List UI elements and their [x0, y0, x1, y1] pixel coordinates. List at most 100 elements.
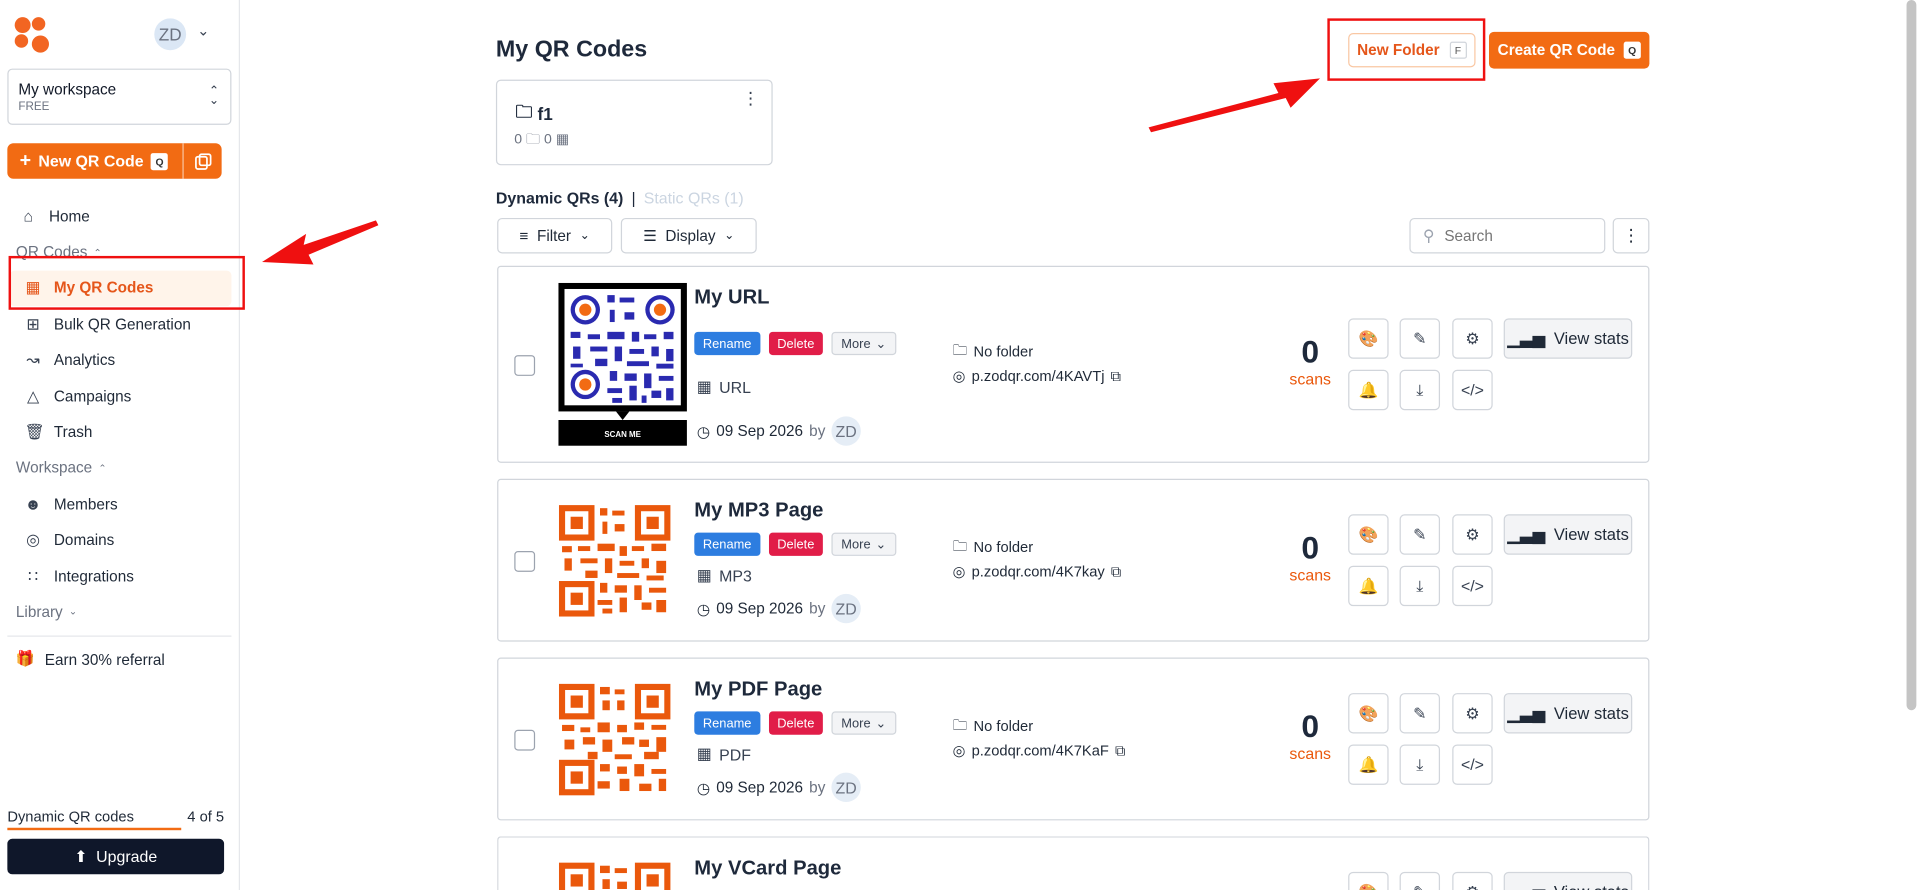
section-workspace[interactable]: Workspace ⌃ [0, 450, 240, 486]
view-stats-button[interactable]: ▁▃▅ View stats [1503, 693, 1633, 734]
bell-icon[interactable]: 🔔 [1348, 369, 1389, 411]
filter-button[interactable]: ≡ Filter ⌄ [497, 217, 613, 254]
brand-logo[interactable] [14, 17, 52, 54]
settings-icon[interactable]: ⚙ [1452, 871, 1493, 890]
qr-code-image[interactable]: SCAN ME [558, 282, 687, 453]
short-link-row[interactable]: ◎ p.zodqr.com/4K7kay ⧉ [953, 560, 1122, 584]
display-button[interactable]: ☰ Display ⌄ [620, 217, 757, 254]
more-vertical-icon[interactable]: ⋮ [1612, 217, 1650, 254]
earn-referral-link[interactable]: 🎁 Earn 30% referral [16, 650, 165, 668]
qr-title[interactable]: My PDF Page [694, 678, 822, 701]
chevron-down-icon: ⌄ [724, 228, 735, 243]
edit-icon[interactable]: ✎ [1399, 871, 1441, 890]
short-link-row[interactable]: ◎ p.zodqr.com/4K7KaF ⧉ [953, 738, 1126, 762]
delete-button[interactable]: Delete [768, 532, 823, 556]
quota-progress-bar [7, 827, 181, 831]
download-icon[interactable]: ⤓ [1399, 565, 1441, 607]
copy-icon[interactable]: ⧉ [1115, 741, 1126, 759]
trash-icon: 🗑 [24, 422, 45, 441]
view-stats-button[interactable]: ▁▃▅ View stats [1503, 318, 1633, 359]
copy-icon[interactable]: ⧉ [1111, 367, 1122, 385]
view-stats-label: View stats [1553, 329, 1629, 348]
rename-button[interactable]: Rename [694, 711, 761, 735]
scrollbar[interactable] [1906, 0, 1917, 711]
palette-icon[interactable]: 🎨 [1348, 871, 1389, 890]
new-qr-button[interactable]: + New QR Code Q [7, 143, 184, 179]
sidebar-item-trash[interactable]: 🗑 Trash [0, 414, 240, 450]
row-checkbox[interactable] [514, 551, 536, 572]
duplicate-icon[interactable] [184, 143, 222, 179]
bell-icon[interactable]: 🔔 [1348, 565, 1389, 607]
edit-icon[interactable]: ✎ [1399, 693, 1441, 734]
create-qr-label: Create QR Code [1497, 41, 1616, 59]
upgrade-button[interactable]: ⬆ Upgrade [7, 838, 225, 875]
tab-static[interactable]: Static QRs (1) [644, 189, 744, 207]
settings-icon[interactable]: ⚙ [1452, 693, 1493, 734]
folder-row[interactable]: 🗀 No folder [953, 339, 1121, 363]
rename-button[interactable]: Rename [694, 331, 761, 356]
sidebar-item-analytics[interactable]: ↝ Analytics [0, 342, 240, 378]
more-button[interactable]: More ⌄ [831, 331, 897, 356]
folder-row[interactable]: 🗀 No folder [953, 714, 1126, 738]
section-library[interactable]: Library ⌄ [0, 594, 240, 630]
view-stats-button[interactable]: ▁▃▅ View stats [1503, 514, 1633, 555]
edit-icon[interactable]: ✎ [1399, 318, 1441, 359]
bulk-icon: ⊞ [26, 314, 40, 333]
qr-title[interactable]: My URL [694, 287, 769, 310]
bell-icon[interactable]: 🔔 [1348, 744, 1389, 785]
code-icon[interactable]: </> [1452, 565, 1493, 607]
sidebar-item-bulk[interactable]: ⊞ Bulk QR Generation [0, 306, 240, 342]
sidebar-item-members[interactable]: ☻ Members [0, 486, 240, 522]
sidebar-item-integrations[interactable]: ∷ Integrations [0, 558, 240, 594]
sidebar-item-campaigns[interactable]: △ Campaigns [0, 378, 240, 414]
qr-title[interactable]: My MP3 Page [694, 500, 823, 523]
qr-code-image[interactable] [558, 862, 671, 890]
row-checkbox[interactable] [514, 729, 536, 751]
sidebar-item-home[interactable]: ⌂ Home [0, 198, 240, 234]
qr-type: ▦ PDF [697, 744, 751, 764]
code-icon[interactable]: </> [1452, 369, 1493, 411]
rename-button[interactable]: Rename [694, 532, 761, 556]
row-checkbox[interactable] [514, 355, 536, 376]
clock-icon: ◷ [696, 779, 711, 797]
edit-icon[interactable]: ✎ [1399, 514, 1441, 555]
create-qr-button[interactable]: Create QR Code Q [1488, 31, 1650, 69]
more-button[interactable]: More ⌄ [831, 711, 897, 735]
qr-grid-icon: ▦ [555, 132, 570, 147]
settings-icon[interactable]: ⚙ [1452, 318, 1493, 359]
folder-row[interactable]: 🗀 No folder [953, 535, 1122, 559]
palette-icon[interactable]: 🎨 [1348, 318, 1389, 359]
folder-card[interactable]: 🗀 f1 0 🗀 0 ▦ ⋮ [495, 79, 773, 166]
download-icon[interactable]: ⤓ [1399, 369, 1441, 411]
tab-dynamic[interactable]: Dynamic QRs (4) [496, 189, 623, 207]
quota-row: Dynamic QR codes 4 of 5 [7, 808, 224, 825]
folder-icon: 🗀 [526, 132, 541, 147]
sidebar-item-domains[interactable]: ◎ Domains [0, 522, 240, 558]
qr-code-image[interactable] [558, 683, 671, 802]
more-button[interactable]: More ⌄ [831, 532, 897, 556]
scan-label: scans [1289, 744, 1332, 763]
sliders-icon: ☰ [643, 227, 657, 245]
qr-type-label: URL [719, 377, 752, 397]
workspace-selector[interactable]: My workspace FREE ⌃ ⌄ [7, 68, 232, 125]
short-link-row[interactable]: ◎ p.zodqr.com/4KAVTj ⧉ [953, 364, 1121, 388]
sidebar: ZD ⌄ My workspace FREE ⌃ ⌄ + New QR Code … [0, 0, 241, 890]
search-input[interactable] [1444, 227, 1592, 245]
palette-icon[interactable]: 🎨 [1348, 514, 1389, 555]
settings-icon[interactable]: ⚙ [1452, 514, 1493, 555]
palette-icon[interactable]: 🎨 [1348, 693, 1389, 734]
new-qr-split-button: + New QR Code Q [7, 143, 222, 179]
copy-icon[interactable]: ⧉ [1111, 563, 1122, 581]
delete-button[interactable]: Delete [768, 331, 823, 356]
delete-button[interactable]: Delete [768, 711, 823, 735]
download-icon[interactable]: ⤓ [1399, 744, 1441, 785]
user-avatar[interactable]: ZD [154, 18, 187, 51]
owner-avatar: ZD [831, 772, 861, 803]
chevron-down-icon[interactable]: ⌄ [197, 22, 209, 39]
folder-meta: 0 🗀 0 ▦ [514, 130, 569, 153]
qr-title[interactable]: My VCard Page [694, 857, 841, 880]
code-icon[interactable]: </> [1452, 744, 1493, 785]
view-stats-button[interactable]: ▁▃▅ View stats [1503, 871, 1633, 890]
more-vertical-icon[interactable]: ⋮ [742, 88, 759, 109]
qr-code-image[interactable] [558, 504, 671, 623]
